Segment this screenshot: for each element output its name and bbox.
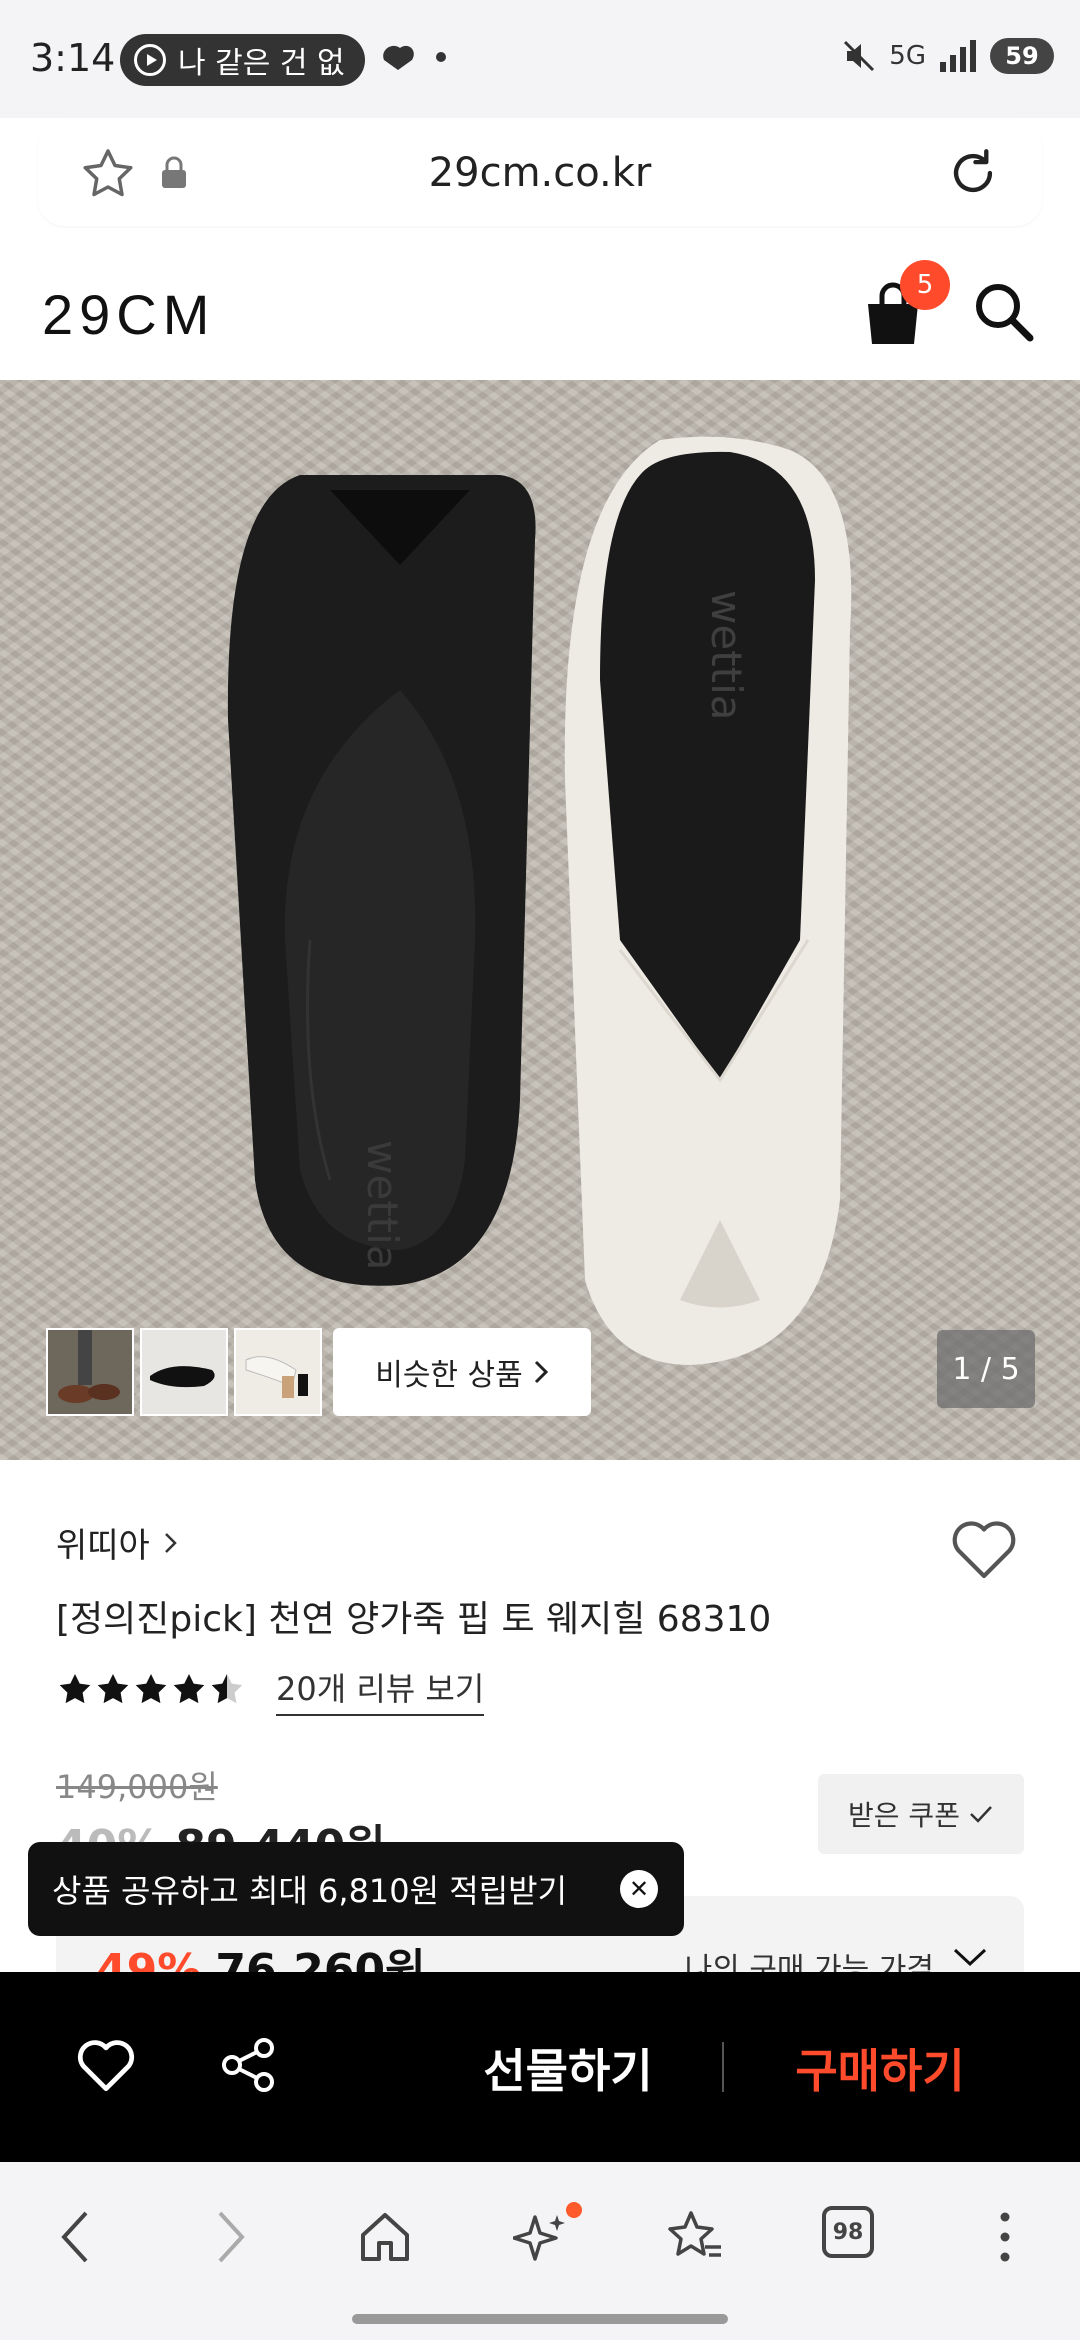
svg-text:wettia: wettia bbox=[358, 1140, 407, 1271]
chevron-right-icon bbox=[534, 1360, 548, 1384]
status-time: 3:14 bbox=[30, 36, 116, 80]
back-arrow-icon bbox=[61, 2211, 88, 2263]
media-title: 나 같은 건 없 bbox=[178, 46, 345, 81]
close-icon[interactable]: ✕ bbox=[620, 1870, 658, 1908]
media-notification-pill[interactable]: 나 같은 건 없 bbox=[120, 34, 365, 86]
thumbnail-2-image bbox=[150, 1366, 215, 1388]
play-icon bbox=[134, 44, 166, 76]
status-right: 5G 59 bbox=[841, 38, 1054, 74]
share-icon[interactable] bbox=[220, 2036, 278, 2094]
battery-indicator: 59 bbox=[990, 38, 1054, 74]
back-button[interactable] bbox=[40, 2202, 110, 2272]
buy-button[interactable]: 구매하기 bbox=[730, 2028, 1030, 2108]
url-bar[interactable]: 29cm.co.kr bbox=[38, 120, 1042, 226]
url-text[interactable]: 29cm.co.kr bbox=[38, 150, 1042, 196]
thumbnail-3-image bbox=[245, 1356, 308, 1398]
gesture-bar bbox=[352, 2314, 728, 2324]
similar-products-button[interactable]: 비슷한 상품 bbox=[333, 1328, 591, 1416]
gift-button[interactable]: 선물하기 bbox=[420, 2028, 716, 2108]
thumbnail-3[interactable] bbox=[234, 1328, 322, 1416]
network-label: 5G bbox=[889, 41, 926, 71]
forward-button[interactable] bbox=[196, 2202, 266, 2272]
notification-dot bbox=[566, 2202, 582, 2218]
rating-row: 20개 리뷰 보기 bbox=[56, 1664, 485, 1716]
chevron-down-icon bbox=[953, 1948, 987, 1967]
action-divider bbox=[722, 2042, 724, 2092]
brand-name: 위띠아 bbox=[56, 1526, 150, 1566]
svg-text:wettia: wettia bbox=[702, 590, 751, 721]
heart-icon[interactable] bbox=[948, 1516, 1020, 1582]
home-button[interactable] bbox=[350, 2202, 420, 2272]
dot-icon bbox=[436, 52, 446, 62]
signal-icon bbox=[940, 40, 976, 72]
sparkle-icon bbox=[513, 2215, 565, 2261]
search-icon[interactable] bbox=[970, 278, 1036, 344]
image-page-counter: 1 / 5 bbox=[937, 1330, 1035, 1408]
forward-arrow-icon bbox=[218, 2211, 245, 2263]
more-vertical-icon bbox=[1000, 2212, 1010, 2262]
more-menu-button[interactable] bbox=[970, 2202, 1040, 2272]
heart-icon[interactable] bbox=[74, 2036, 138, 2094]
check-icon bbox=[970, 1806, 992, 1823]
review-link[interactable]: 20개 리뷰 보기 bbox=[276, 1664, 485, 1716]
thumbnail-1-image bbox=[58, 1330, 120, 1403]
brand-link[interactable]: 위띠아 bbox=[56, 1518, 178, 1567]
bookmarks-button[interactable] bbox=[660, 2202, 730, 2272]
home-icon bbox=[361, 2213, 409, 2261]
product-photo: wettia wettia bbox=[227, 436, 852, 1366]
status-bar: 3:14 나 같은 건 없 5G 59 bbox=[0, 0, 1080, 118]
original-price: 149,000원 bbox=[56, 1768, 218, 1806]
cart-count-badge: 5 bbox=[900, 260, 950, 310]
thumbnail-1[interactable] bbox=[46, 1328, 134, 1416]
star-list-icon bbox=[668, 2211, 721, 2257]
mute-icon bbox=[844, 40, 875, 72]
thread-icon bbox=[383, 45, 414, 70]
product-image-gallery[interactable]: wettia wettia 비슷한 상품 1 / 5 bbox=[0, 380, 1080, 1460]
similar-products-label: 비슷한 상품 bbox=[375, 1358, 523, 1393]
tabs-button[interactable]: 98 bbox=[822, 2206, 874, 2258]
thumbnail-2[interactable] bbox=[140, 1328, 228, 1416]
product-title: [정의진pick] 천연 양가죽 핍 토 웨지힐 68310 bbox=[56, 1599, 772, 1640]
reload-icon[interactable] bbox=[944, 144, 1002, 202]
coupon-label: 받은 쿠폰 bbox=[848, 1799, 960, 1832]
notification-icons bbox=[378, 40, 446, 74]
star-rating bbox=[59, 1674, 243, 1704]
chevron-right-icon bbox=[164, 1532, 177, 1553]
received-coupon-button[interactable]: 받은 쿠폰 bbox=[818, 1774, 1024, 1854]
site-logo[interactable]: 29CM bbox=[42, 282, 215, 347]
thumbnail-strip bbox=[46, 1328, 322, 1416]
purchase-action-bar: 선물하기 구매하기 bbox=[0, 1972, 1080, 2162]
toast-message: 상품 공유하고 최대 6,810원 적립받기 bbox=[52, 1872, 568, 1910]
share-reward-toast: 상품 공유하고 최대 6,810원 적립받기 ✕ bbox=[28, 1842, 684, 1936]
